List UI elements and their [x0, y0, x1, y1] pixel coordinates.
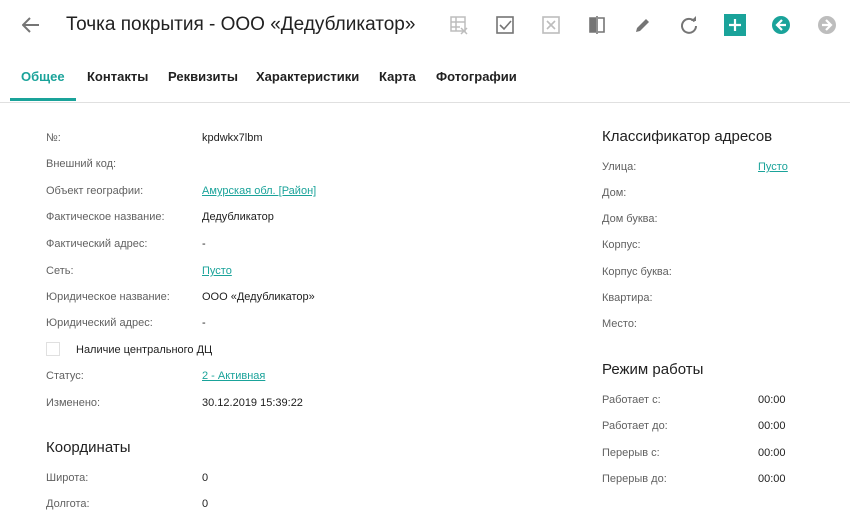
latitude-value: 0	[202, 472, 209, 484]
works-to-label: Работает до:	[602, 420, 668, 432]
network-label: Сеть:	[46, 265, 74, 277]
geo-object-label: Объект географии:	[46, 185, 144, 197]
checkbox-checked-icon[interactable]	[494, 14, 516, 36]
tab-photos[interactable]: Фотографии	[436, 52, 517, 102]
page-title: Точка покрытия - ООО «Дедубликатор»	[66, 14, 416, 35]
plus-icon[interactable]	[724, 14, 746, 36]
break-from-value: 00:00	[758, 447, 786, 459]
house-letter-label: Дом буква:	[602, 213, 658, 225]
legal-name-value: ООО «Дедубликатор»	[202, 291, 315, 303]
circle-arrow-left-icon[interactable]	[770, 14, 792, 36]
address-classifier-heading: Классификатор адресов	[602, 128, 773, 145]
tab-requisites[interactable]: Реквизиты	[168, 52, 238, 102]
place-label: Место:	[602, 318, 637, 330]
checkbox-cross-icon[interactable]	[540, 14, 562, 36]
circle-arrow-right-icon[interactable]	[816, 14, 838, 36]
legal-address-value: -	[202, 317, 206, 329]
apartment-label: Квартира:	[602, 292, 653, 304]
legal-name-label: Юридическое название:	[46, 291, 170, 303]
latitude-label: Широта:	[46, 472, 89, 484]
central-dc-checkbox[interactable]	[46, 342, 60, 356]
tab-contacts[interactable]: Контакты	[87, 52, 148, 102]
actual-address-value: -	[202, 238, 206, 250]
actual-name-value: Дедубликатор	[202, 211, 274, 223]
tab-general[interactable]: Общее	[21, 52, 65, 102]
central-dc-label: Наличие центрального ДЦ	[76, 344, 213, 356]
geo-object-link[interactable]: Амурская обл. [Район]	[202, 185, 316, 197]
legal-address-label: Юридический адрес:	[46, 317, 153, 329]
actual-address-label: Фактический адрес:	[46, 238, 148, 250]
works-to-value: 00:00	[758, 420, 786, 432]
network-link[interactable]: Пусто	[202, 265, 232, 277]
status-label: Статус:	[46, 370, 84, 382]
street-label: Улица:	[602, 161, 637, 173]
break-from-label: Перерыв с:	[602, 447, 660, 459]
arrow-left-icon[interactable]	[20, 14, 42, 36]
longitude-label: Долгота:	[46, 498, 90, 510]
break-to-value: 00:00	[758, 473, 786, 485]
works-from-label: Работает с:	[602, 394, 661, 406]
refresh-icon[interactable]	[678, 14, 700, 36]
longitude-value: 0	[202, 498, 209, 510]
work-schedule-heading: Режим работы	[602, 361, 704, 378]
works-from-value: 00:00	[758, 394, 786, 406]
table-delete-icon[interactable]	[448, 14, 470, 36]
modified-label: Изменено:	[46, 397, 101, 409]
break-to-label: Перерыв до:	[602, 473, 667, 485]
building-label: Корпус:	[602, 239, 641, 251]
header: Точка покрытия - ООО «Дедубликатор»	[0, 0, 850, 52]
compare-icon[interactable]	[586, 14, 608, 36]
house-label: Дом:	[602, 187, 627, 199]
tab-characteristics[interactable]: Характеристики	[256, 52, 359, 102]
building-letter-label: Корпус буква:	[602, 266, 672, 278]
status-link[interactable]: 2 - Активная	[202, 370, 265, 382]
actual-name-label: Фактическое название:	[46, 211, 165, 223]
tab-bar: Общее Контакты Реквизиты Характеристики …	[0, 52, 850, 103]
external-code-label: Внешний код:	[46, 158, 117, 170]
number-label: №:	[46, 132, 61, 144]
coordinates-heading: Координаты	[46, 439, 131, 456]
modified-value: 30.12.2019 15:39:22	[202, 397, 303, 409]
number-value: kpdwkx7lbm	[202, 132, 263, 144]
street-link[interactable]: Пусто	[758, 161, 788, 173]
pencil-icon[interactable]	[632, 14, 654, 36]
active-tab-indicator	[10, 98, 76, 101]
tab-map[interactable]: Карта	[379, 52, 416, 102]
